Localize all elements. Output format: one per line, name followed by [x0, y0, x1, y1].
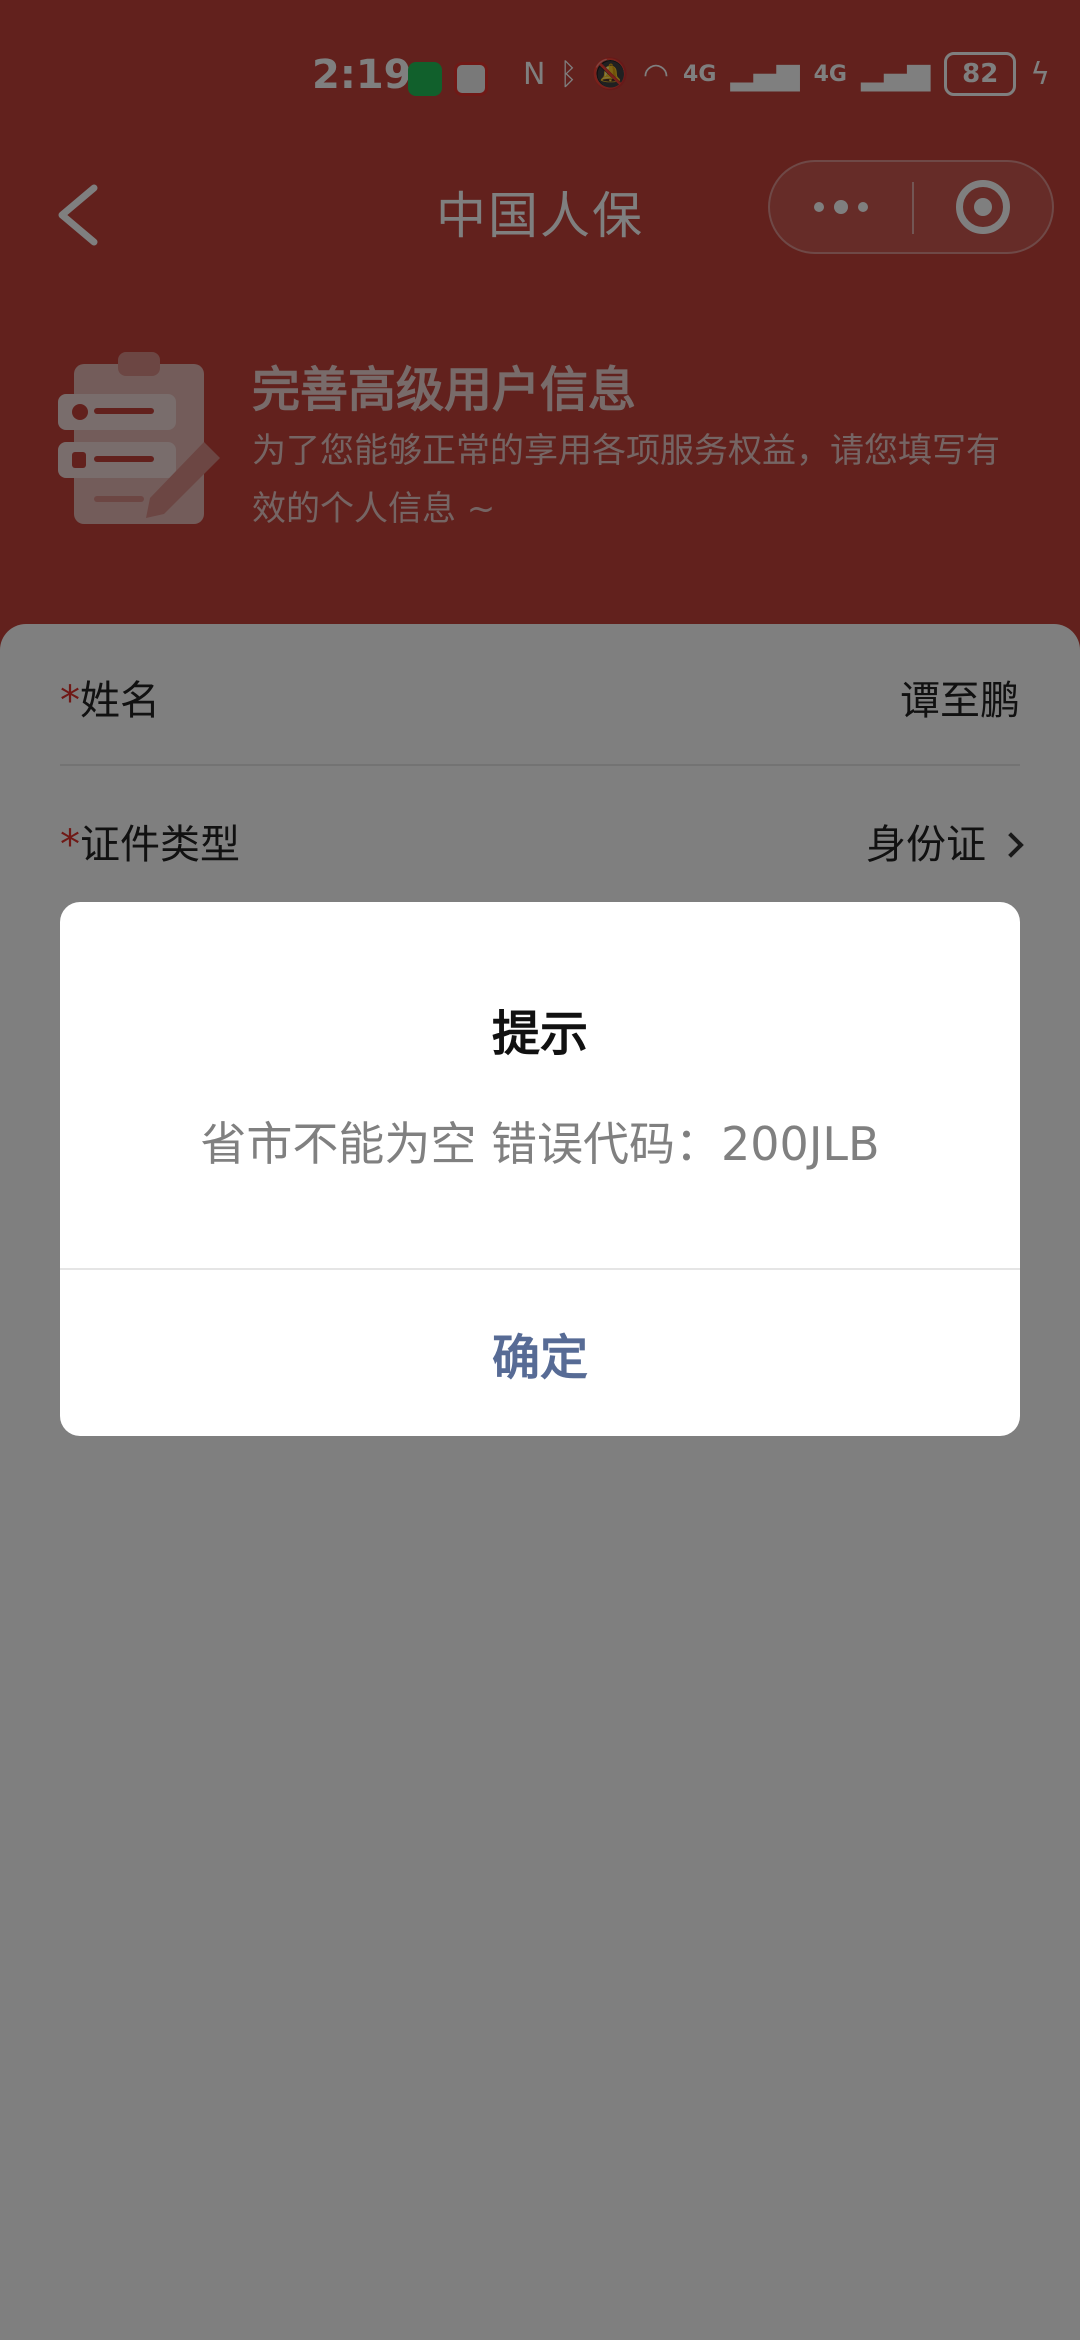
alert-dialog: 提示 省市不能为空 错误代码：200JLB 确定 [60, 902, 1020, 1436]
dialog-message: 省市不能为空 错误代码：200JLB [200, 1117, 880, 1171]
dialog-title: 提示 [491, 1006, 588, 1062]
confirm-button[interactable]: 确定 [60, 1270, 1020, 1436]
